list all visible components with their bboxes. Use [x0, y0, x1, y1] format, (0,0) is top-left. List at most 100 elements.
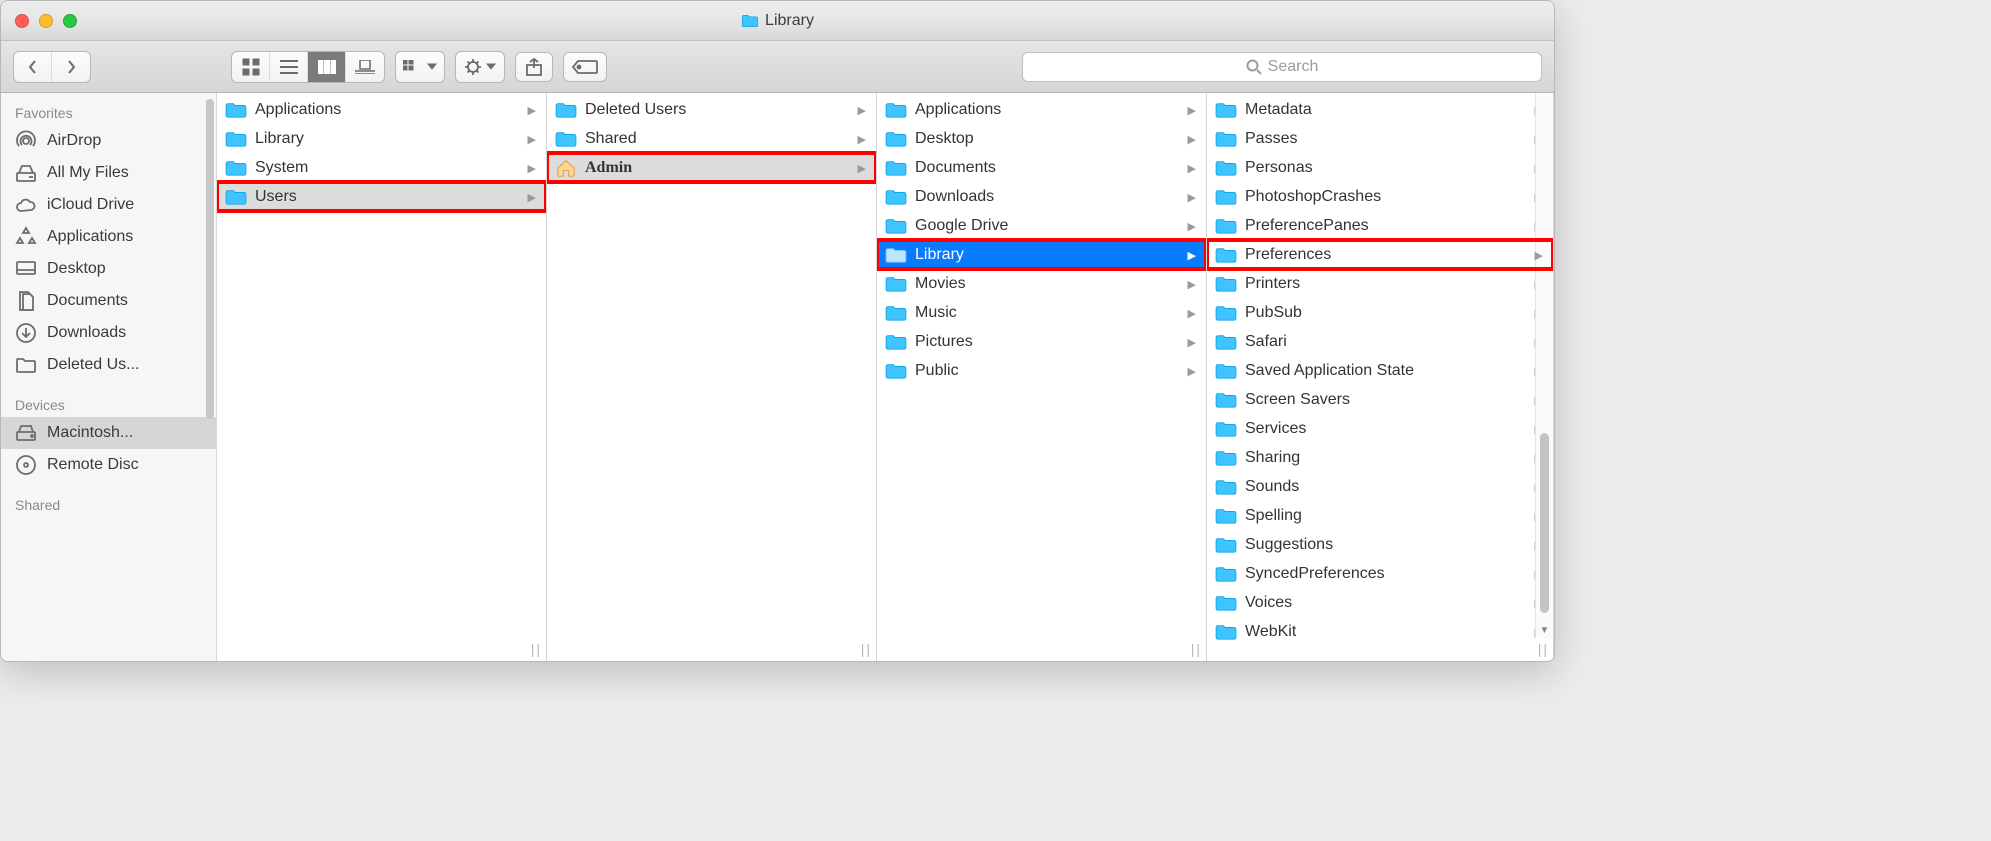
column-scrollbar[interactable]: ▼ — [1535, 93, 1553, 639]
list-item[interactable]: Screen Savers — [1207, 385, 1553, 414]
back-button[interactable] — [14, 52, 52, 82]
list-item[interactable]: PhotoshopCrashes — [1207, 182, 1553, 211]
list-item[interactable]: Metadata — [1207, 95, 1553, 124]
column-resize-handle[interactable]: || — [531, 641, 542, 657]
list-view-button[interactable] — [270, 52, 308, 82]
list-item[interactable]: Music — [877, 298, 1206, 327]
list-item-label: Voices — [1245, 594, 1292, 612]
list-item[interactable]: Personas — [1207, 153, 1553, 182]
sidebar-item-label: Remote Disc — [47, 456, 139, 474]
list-item-label: Personas — [1245, 159, 1313, 177]
cloud-icon — [15, 194, 37, 216]
list-item-label: WebKit — [1245, 623, 1296, 641]
list-item[interactable]: Library — [217, 124, 546, 153]
list-item[interactable]: Shared — [547, 124, 876, 153]
sidebar-item-deletedusers[interactable]: Deleted Us... — [1, 349, 216, 381]
list-item[interactable]: Sounds — [1207, 472, 1553, 501]
list-item[interactable]: Preferences — [1207, 240, 1553, 269]
sidebar-item-downloads[interactable]: Downloads — [1, 317, 216, 349]
list-item[interactable]: Applications — [877, 95, 1206, 124]
list-item-label: Admin — [585, 159, 632, 177]
list-item[interactable]: Voices — [1207, 588, 1553, 617]
action-button[interactable] — [456, 52, 504, 82]
list-item[interactable]: Admin — [547, 153, 876, 182]
forward-button[interactable] — [52, 52, 90, 82]
list-item[interactable]: Users — [217, 182, 546, 211]
allmyfiles-icon — [15, 162, 37, 184]
list-item[interactable]: Desktop — [877, 124, 1206, 153]
list-item[interactable]: PubSub — [1207, 298, 1553, 327]
sidebar-item-documents[interactable]: Documents — [1, 285, 216, 317]
column-browser: ApplicationsLibrarySystemUsers||Deleted … — [217, 93, 1554, 661]
list-item-label: SyncedPreferences — [1245, 565, 1385, 583]
chevron-right-icon — [1188, 132, 1196, 146]
sidebar-item-applications[interactable]: Applications — [1, 221, 216, 253]
list-item-label: Documents — [915, 159, 996, 177]
chevron-right-icon — [1188, 364, 1196, 378]
list-item[interactable]: Printers — [1207, 269, 1553, 298]
list-item[interactable]: Public — [877, 356, 1206, 385]
folder-icon — [15, 354, 37, 376]
airdrop-icon — [15, 130, 37, 152]
folder-icon — [741, 14, 759, 28]
list-item[interactable]: Sharing — [1207, 443, 1553, 472]
list-item-label: Applications — [915, 101, 1001, 119]
list-item[interactable]: Downloads — [877, 182, 1206, 211]
list-item[interactable]: Safari — [1207, 327, 1553, 356]
list-item-label: Preferences — [1245, 246, 1331, 264]
list-item[interactable]: Pictures — [877, 327, 1206, 356]
scroll-down-button[interactable]: ▼ — [1536, 621, 1553, 639]
sidebar-scrollbar-thumb[interactable] — [206, 99, 214, 419]
column-root: ApplicationsLibrarySystemUsers || — [217, 93, 547, 661]
minimize-window-button[interactable] — [39, 14, 53, 28]
list-item[interactable]: Library — [877, 240, 1206, 269]
list-item[interactable]: PreferencePanes — [1207, 211, 1553, 240]
zoom-window-button[interactable] — [63, 14, 77, 28]
sidebar-item-label: AirDrop — [47, 132, 101, 150]
column-resize-handle[interactable]: || — [1538, 641, 1549, 657]
list-item-label: Sounds — [1245, 478, 1299, 496]
close-window-button[interactable] — [15, 14, 29, 28]
list-item[interactable]: Movies — [877, 269, 1206, 298]
list-item[interactable]: Documents — [877, 153, 1206, 182]
column-view-button[interactable] — [308, 52, 346, 82]
chevron-right-icon — [858, 103, 866, 117]
list-item[interactable]: Passes — [1207, 124, 1553, 153]
list-item[interactable]: Google Drive — [877, 211, 1206, 240]
sidebar-item-iclouddrive[interactable]: iCloud Drive — [1, 189, 216, 221]
list-item[interactable]: Spelling — [1207, 501, 1553, 530]
sidebar-item-airdrop[interactable]: AirDrop — [1, 125, 216, 157]
arrange-button[interactable] — [396, 52, 444, 82]
search-field[interactable]: Search — [1022, 52, 1542, 82]
list-item[interactable]: System — [217, 153, 546, 182]
list-item[interactable]: SyncedPreferences — [1207, 559, 1553, 588]
list-item[interactable]: Applications — [217, 95, 546, 124]
list-item-label: Google Drive — [915, 217, 1008, 235]
list-item[interactable]: Services — [1207, 414, 1553, 443]
chevron-right-icon — [1188, 190, 1196, 204]
view-mode-group — [231, 51, 385, 83]
share-button[interactable] — [515, 52, 553, 82]
sidebar-item-macintosh[interactable]: Macintosh... — [1, 417, 216, 449]
sidebar-item-allmyfiles[interactable]: All My Files — [1, 157, 216, 189]
list-item[interactable]: Suggestions — [1207, 530, 1553, 559]
column-resize-handle[interactable]: || — [861, 641, 872, 657]
sidebar-item-desktop[interactable]: Desktop — [1, 253, 216, 285]
list-item[interactable]: WebKit — [1207, 617, 1553, 646]
list-item-label: Music — [915, 304, 957, 322]
sidebar-heading-shared: Shared — [1, 491, 216, 517]
sidebar-item-label: All My Files — [47, 164, 129, 182]
edit-tags-button[interactable] — [563, 52, 607, 82]
coverflow-view-button[interactable] — [346, 52, 384, 82]
scrollbar-thumb[interactable] — [1540, 433, 1549, 613]
column-resize-handle[interactable]: || — [1191, 641, 1202, 657]
chevron-right-icon — [528, 132, 536, 146]
list-item[interactable]: Saved Application State — [1207, 356, 1553, 385]
list-item[interactable]: Deleted Users — [547, 95, 876, 124]
nav-back-forward-group — [13, 51, 91, 83]
icon-view-button[interactable] — [232, 52, 270, 82]
list-item-label: Movies — [915, 275, 966, 293]
sidebar-item-remotedisc[interactable]: Remote Disc — [1, 449, 216, 481]
list-item-label: Safari — [1245, 333, 1287, 351]
sidebar-item-label: Macintosh... — [47, 424, 133, 442]
